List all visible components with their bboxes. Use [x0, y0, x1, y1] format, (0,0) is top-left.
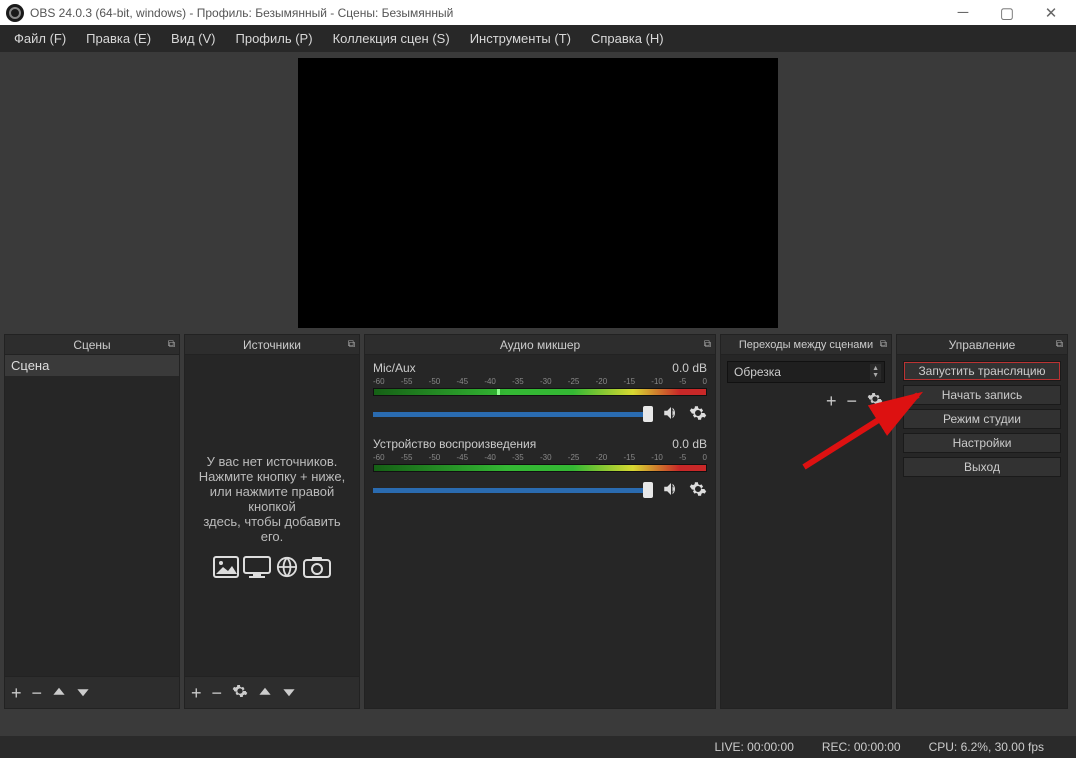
mixer-dock: Аудио микшер ⧉ Mic/Aux 0.0 dB -60-55-50-… [364, 334, 716, 709]
channel-settings-button[interactable] [689, 480, 707, 501]
controls-dock: Управление ⧉ Запустить трансляцию Начать… [896, 334, 1068, 709]
sources-empty-message: У вас нет источников. Нажмите кнопку + н… [185, 355, 359, 676]
popout-icon[interactable]: ⧉ [880, 339, 887, 350]
menu-tools[interactable]: Инструменты (T) [460, 27, 581, 50]
menubar: Файл (F) Правка (E) Вид (V) Профиль (P) … [0, 25, 1076, 52]
mute-button[interactable] [661, 480, 681, 501]
add-source-button[interactable]: + [191, 684, 202, 702]
menu-edit[interactable]: Правка (E) [76, 27, 161, 50]
move-scene-down-button[interactable] [76, 684, 90, 702]
mixer-channel-level: 0.0 dB [672, 437, 707, 451]
minimize-button[interactable]: ─ [954, 4, 972, 22]
display-source-icon [243, 556, 271, 578]
source-properties-button[interactable] [232, 683, 248, 702]
mixer-channel-name: Устройство воспроизведения [373, 437, 536, 451]
image-source-icon [213, 556, 239, 578]
mixer-scale: -60-55-50-45-40-35-30-25-20-15-10-50 [373, 453, 707, 462]
browser-source-icon [275, 556, 299, 578]
mixer-title: Аудио микшер [500, 338, 580, 352]
menu-view[interactable]: Вид (V) [161, 27, 225, 50]
sources-empty-l2: Нажмите кнопку + ниже, [199, 469, 345, 484]
studio-mode-button[interactable]: Режим студии [903, 409, 1061, 429]
close-button[interactable]: ✕ [1042, 4, 1060, 22]
mixer-scale: -60-55-50-45-40-35-30-25-20-15-10-50 [373, 377, 707, 386]
remove-scene-button[interactable]: − [32, 684, 43, 702]
transition-select[interactable]: Обрезка ▲▼ [727, 361, 885, 383]
volume-slider[interactable] [373, 412, 653, 417]
audio-meter [373, 464, 707, 472]
popout-icon[interactable]: ⧉ [348, 339, 355, 350]
mute-button[interactable] [661, 404, 681, 425]
volume-slider[interactable] [373, 488, 653, 493]
scenes-dock: Сцены ⧉ Сцена + − [4, 334, 180, 709]
channel-settings-button[interactable] [689, 404, 707, 425]
status-live: LIVE: 00:00:00 [714, 740, 793, 754]
add-transition-button[interactable]: + [826, 392, 837, 410]
titlebar: OBS 24.0.3 (64-bit, windows) - Профиль: … [0, 0, 1076, 25]
transition-selected: Обрезка [734, 365, 781, 379]
sources-empty-l1: У вас нет источников. [207, 454, 338, 469]
mixer-channel-name: Mic/Aux [373, 361, 416, 375]
camera-source-icon [303, 556, 331, 578]
move-scene-up-button[interactable] [52, 684, 66, 702]
remove-transition-button[interactable]: − [846, 392, 857, 410]
start-streaming-button[interactable]: Запустить трансляцию [903, 361, 1061, 381]
menu-scene-collection[interactable]: Коллекция сцен (S) [323, 27, 460, 50]
exit-button[interactable]: Выход [903, 457, 1061, 477]
start-recording-button[interactable]: Начать запись [903, 385, 1061, 405]
sources-dock: Источники ⧉ У вас нет источников. Нажмит… [184, 334, 360, 709]
controls-title: Управление [949, 338, 1016, 352]
add-scene-button[interactable]: + [11, 684, 22, 702]
statusbar: LIVE: 00:00:00 REC: 00:00:00 CPU: 6.2%, … [0, 736, 1076, 758]
popout-icon[interactable]: ⧉ [704, 339, 711, 350]
sources-empty-l4: здесь, чтобы добавить его. [193, 514, 351, 544]
window-title: OBS 24.0.3 (64-bit, windows) - Профиль: … [30, 6, 954, 20]
mixer-channel-desktop: Устройство воспроизведения 0.0 dB -60-55… [365, 433, 715, 509]
scenes-title: Сцены [73, 338, 110, 352]
status-cpu: CPU: 6.2%, 30.00 fps [929, 740, 1044, 754]
mixer-channel-mic: Mic/Aux 0.0 dB -60-55-50-45-40-35-30-25-… [365, 357, 715, 433]
sources-empty-l3: или нажмите правой кнопкой [193, 484, 351, 514]
updown-icon: ▲▼ [870, 364, 881, 380]
audio-meter [373, 388, 707, 396]
scene-item[interactable]: Сцена [5, 355, 179, 376]
popout-icon[interactable]: ⧉ [1056, 339, 1063, 350]
status-rec: REC: 00:00:00 [822, 740, 901, 754]
menu-help[interactable]: Справка (H) [581, 27, 674, 50]
transition-settings-button[interactable] [867, 391, 883, 410]
transitions-title: Переходы между сценами [739, 339, 873, 351]
maximize-button[interactable]: ▢ [998, 4, 1016, 22]
preview-area [0, 52, 1076, 334]
settings-button[interactable]: Настройки [903, 433, 1061, 453]
preview-canvas[interactable] [298, 58, 778, 328]
transitions-dock: Переходы между сценами ⧉ Обрезка ▲▼ + − [720, 334, 892, 709]
sources-title: Источники [243, 338, 301, 352]
mixer-channel-level: 0.0 dB [672, 361, 707, 375]
menu-profile[interactable]: Профиль (P) [226, 27, 323, 50]
menu-file[interactable]: Файл (F) [4, 27, 76, 50]
remove-source-button[interactable]: − [212, 684, 223, 702]
move-source-down-button[interactable] [282, 684, 296, 702]
move-source-up-button[interactable] [258, 684, 272, 702]
obs-logo-icon [6, 4, 24, 22]
popout-icon[interactable]: ⧉ [168, 339, 175, 350]
